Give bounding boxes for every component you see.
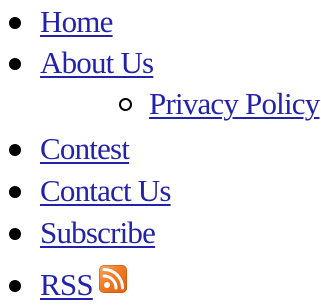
hollow-bullet [119,98,132,111]
subscribe-link[interactable]: Subscribe [40,213,156,253]
rss-link[interactable]: RSS [40,265,127,305]
bullet [9,58,21,70]
bullet [9,228,21,240]
home-link[interactable]: Home [40,2,113,42]
bullet [9,144,21,156]
about-us-link[interactable]: About Us [40,43,154,83]
rss-label: RSS [40,267,94,302]
privacy-policy-link[interactable]: Privacy Policy [149,84,320,124]
rss-icon [98,265,127,293]
bullet [9,17,21,29]
bullet [9,186,21,198]
contest-link[interactable]: Contest [40,129,130,169]
bullet [9,280,21,292]
navigation-menu: Home About Us Privacy Policy Contest Con… [0,0,321,306]
contact-us-link[interactable]: Contact Us [40,171,171,211]
